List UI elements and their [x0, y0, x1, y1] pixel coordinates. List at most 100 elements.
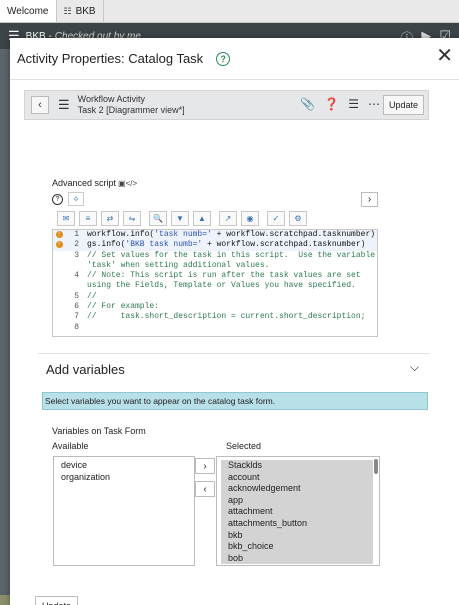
replace-all-icon[interactable]: ⇋	[123, 211, 141, 226]
selected-label: Selected	[226, 441, 262, 451]
list-item[interactable]: Stacklds	[221, 460, 373, 472]
form-menu-icon[interactable]: ☰	[58, 97, 70, 113]
available-label: Available	[52, 441, 89, 451]
list-item[interactable]: attachment	[221, 506, 373, 518]
line-number	[65, 281, 79, 291]
script-type-icon[interactable]: ▣</>	[118, 179, 137, 188]
line-number: 3	[74, 250, 79, 260]
form-record: Task 2 [Diagrammer view*]	[77, 105, 185, 115]
script-help-icon[interactable]: ?	[52, 193, 63, 205]
code-token: + workflow.scratchpad.tasknumber)	[202, 240, 366, 250]
script-assist-icon[interactable]: ✧	[68, 192, 84, 206]
form-header-titles: Workflow Activity Task 2 [Diagrammer vie…	[78, 94, 185, 116]
code-line[interactable]: ! 2 gs.info('BKB task numb=' + workflow.sc…	[53, 240, 377, 251]
search-icon[interactable]: 🔍	[149, 211, 167, 226]
line-number: 8	[74, 322, 79, 332]
workflow-icon: ☷	[63, 5, 72, 16]
warning-icon[interactable]: !	[55, 231, 63, 238]
selected-listbox[interactable]: Stacklds account acknowledgement app attachm…	[216, 456, 380, 566]
syntax-check-icon[interactable]: ✓	[267, 211, 285, 226]
available-listbox[interactable]: device organization	[53, 456, 195, 566]
back-button[interactable]: ‹	[31, 96, 49, 114]
help-icon[interactable]: ?	[216, 51, 231, 66]
remove-variable-button[interactable]: ‹	[195, 481, 215, 497]
form-header: ‹ ☰ Workflow Activity Task 2 [Diagrammer…	[24, 90, 429, 120]
code-line[interactable]: 3 // Set values for the task in this scri…	[53, 251, 377, 261]
debug-icon[interactable]: ⚙	[289, 211, 307, 226]
add-variables-title: Add variables	[46, 362, 125, 377]
script-editor[interactable]: ! 1 workflow.info('task numb=' + workflow.…	[52, 229, 378, 337]
next-button[interactable]: ›	[361, 192, 378, 207]
code-line[interactable]: 8	[53, 323, 377, 333]
code-text: 'task' when setting additional values.	[87, 261, 269, 271]
code-text: using the Fields, Template or Values you…	[87, 281, 356, 291]
list-item[interactable]: device	[54, 460, 194, 472]
list-item[interactable]: organization	[54, 472, 194, 484]
code-token: using the Fields, Template or Values you…	[87, 281, 356, 291]
code-line[interactable]: ! 1 workflow.info('task numb=' + workflow.…	[53, 230, 377, 241]
code-text: workflow.info('task numb=' + workflow.sc…	[87, 230, 375, 240]
comment-icon[interactable]: ✉	[57, 211, 75, 226]
form-type: Workflow Activity	[77, 94, 146, 104]
variables-label: Variables on Task Form	[52, 426, 146, 436]
code-token: // Note: This script is run after the ta…	[87, 271, 361, 281]
replace-icon[interactable]: ⇄	[101, 211, 119, 226]
code-token: gs.info(	[87, 240, 126, 250]
code-line[interactable]: using the Fields, Template or Values you…	[53, 281, 377, 291]
code-text: // Note: This script is run after the ta…	[87, 271, 361, 281]
code-token: 'BKB task numb='	[125, 240, 203, 250]
close-icon[interactable]: ✕	[436, 46, 453, 66]
warning-icon[interactable]: !	[55, 241, 63, 249]
code-token: //	[87, 291, 97, 301]
question-icon[interactable]: ❓	[324, 97, 339, 111]
gutter	[53, 292, 65, 302]
list-item[interactable]: acknowledgement	[221, 483, 373, 495]
code-text: // task.short_description = current.shor…	[87, 312, 365, 322]
tab-welcome[interactable]: Welcome	[0, 0, 57, 22]
line-number: 6	[74, 302, 79, 312]
script-toolbar: ✉ ≡ ⇄ ⇋ 🔍 ▼ ▲ ↗ ◉ ✓ ⚙	[57, 211, 307, 226]
scrollbar-thumb[interactable]	[374, 459, 378, 474]
code-line[interactable]: 6 // For example:	[53, 302, 377, 312]
code-token: + workflow.scratchpad.tasknumber)	[211, 230, 376, 239]
line-number: 2	[74, 240, 79, 250]
list-item[interactable]: app	[221, 494, 373, 507]
more-icon[interactable]: ⋯	[368, 97, 380, 111]
gutter	[53, 271, 65, 281]
advanced-script-label: Advanced script ▣</>	[52, 178, 137, 188]
up-icon[interactable]: ▲	[193, 211, 211, 226]
code-line[interactable]: 4 // Note: This script is run after the t…	[53, 271, 377, 281]
info-message: Select variables you want to appear on t…	[42, 392, 428, 410]
list-item[interactable]: bob	[221, 552, 373, 565]
code-token: // task.short_description = current.shor…	[87, 312, 366, 322]
list-item[interactable]: bkb	[221, 529, 373, 542]
gutter	[53, 302, 65, 312]
update-button[interactable]: Update	[382, 95, 424, 115]
format-icon[interactable]: ≡	[79, 211, 97, 226]
code-line[interactable]: 7 // task.short_description = current.sho…	[53, 312, 377, 322]
fullscreen-icon[interactable]: ↗	[219, 211, 237, 226]
list-item[interactable]: account	[221, 471, 373, 484]
attachment-icon[interactable]: 📎	[300, 97, 315, 111]
code-token: workflow.info(	[87, 230, 155, 239]
code-line[interactable]: 5 //	[53, 292, 377, 302]
list-item[interactable]: bkb_choice	[221, 541, 373, 553]
tab-bar: Welcome ☷ BKB	[0, 0, 459, 23]
gutter: !	[53, 230, 65, 240]
list-item[interactable]: attachments_button	[221, 517, 373, 530]
code-line[interactable]: 'task' when setting additional values.	[53, 261, 377, 271]
code-token: 'task numb='	[154, 230, 212, 239]
code-text: gs.info('BKB task numb=' + workflow.scra…	[87, 240, 365, 250]
settings-sliders-icon[interactable]: ☰	[348, 97, 359, 111]
line-number: 1	[74, 230, 79, 239]
code-token: // Set values for the task in this scrip…	[87, 250, 376, 260]
code-text: // Set values for the task in this scrip…	[87, 251, 375, 261]
section-divider	[38, 353, 430, 354]
question-circle-icon[interactable]: ◉	[241, 211, 259, 226]
chevron-down-icon[interactable]: ⌵	[410, 360, 419, 375]
tab-bkb[interactable]: ☷ BKB	[57, 0, 104, 22]
bottom-update-button[interactable]: Update	[35, 596, 79, 605]
gutter	[53, 281, 65, 291]
down-icon[interactable]: ▼	[171, 211, 189, 226]
add-variable-button[interactable]: ›	[195, 458, 215, 474]
